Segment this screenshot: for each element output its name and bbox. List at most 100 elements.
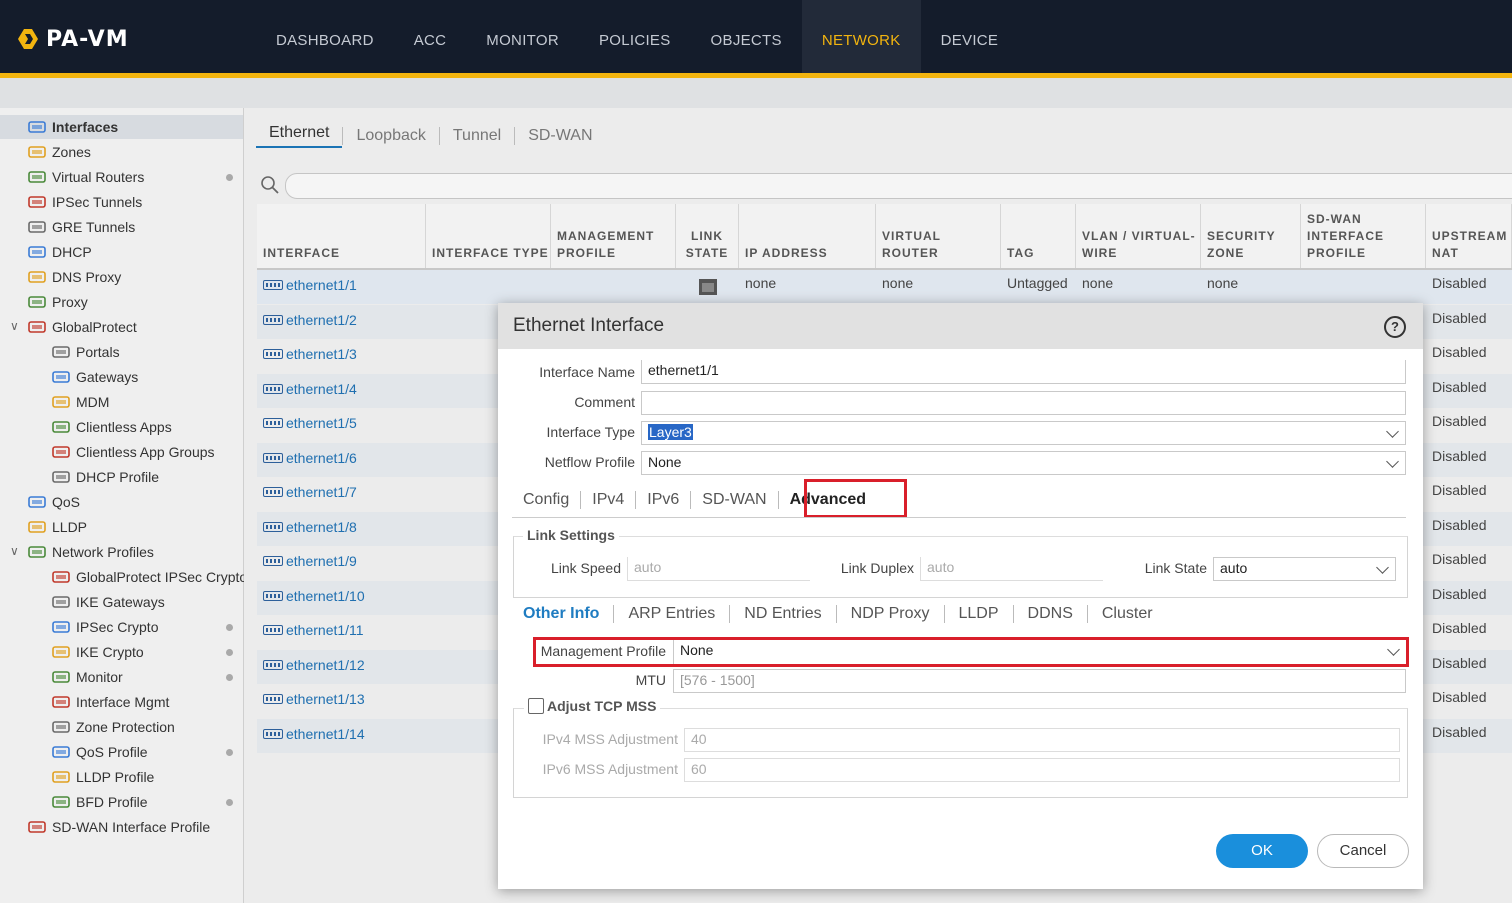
adjust-tcp-mss-checkbox[interactable] [528,698,544,714]
link-speed-field[interactable]: auto [627,557,810,581]
tab-ethernet[interactable]: Ethernet [256,124,343,148]
subtab-arp-entries[interactable]: ARP Entries [614,605,729,623]
nav-objects[interactable]: OBJECTS [691,0,802,73]
status-dot [226,674,233,681]
sidebar-item-ike-gateways[interactable]: IKE Gateways [52,590,165,614]
subtab-ndp-proxy[interactable]: NDP Proxy [837,605,944,623]
tab-tunnel[interactable]: Tunnel [440,127,514,145]
dialog-tab-sd-wan[interactable]: SD-WAN [691,491,777,509]
sidebar-item-virtual-routers[interactable]: Virtual Routers [28,165,144,189]
link-state-select[interactable]: auto [1213,557,1396,581]
sidebar-item-proxy[interactable]: Proxy [28,290,88,314]
interface-link[interactable]: ethernet1/3 [263,346,357,362]
interface-link[interactable]: ethernet1/10 [263,588,365,604]
column-header-tag[interactable]: TAG [1001,204,1076,268]
nav-device[interactable]: DEVICE [921,0,1019,73]
sidebar-item-ipsec-tunnels[interactable]: IPSec Tunnels [28,190,142,214]
dialog-tab-ipv6[interactable]: IPv6 [636,491,690,509]
sidebar-item-zone-protection[interactable]: Zone Protection [52,715,175,739]
nav-monitor[interactable]: MONITOR [466,0,579,73]
dialog-tab-ipv4[interactable]: IPv4 [581,491,635,509]
tab-sd-wan[interactable]: SD-WAN [515,127,605,145]
app-logo[interactable]: PA-VM [16,24,129,54]
mtu-field[interactable]: [576 - 1500] [673,669,1406,693]
interface-link[interactable]: ethernet1/1 [263,277,357,293]
interface-link[interactable]: ethernet1/6 [263,450,357,466]
tab-loopback[interactable]: Loopback [343,127,438,145]
column-header-link-state[interactable]: LINK STATE [676,204,739,268]
sidebar-item-lldp-profile[interactable]: LLDP Profile [52,765,154,789]
sidebar-item-globalprotect[interactable]: GlobalProtect [28,315,137,339]
table-row[interactable]: ethernet1/1 Disabled none none Untagged none n… [257,270,1512,304]
netflow-profile-select[interactable]: None [641,451,1406,475]
nav-dashboard[interactable]: DASHBOARD [256,0,394,73]
link-duplex-field[interactable]: auto [920,557,1103,581]
sidebar-item-sd-wan-interface-profile[interactable]: SD-WAN Interface Profile [28,815,210,839]
column-header-security-zone[interactable]: SECURITY ZONE [1201,204,1301,268]
interface-type-select[interactable]: Layer3 [641,421,1406,445]
column-header-text: UPSTREAM NAT [1432,228,1507,262]
subtab-ddns[interactable]: DDNS [1014,605,1087,623]
sidebar-item-dhcp[interactable]: DHCP [28,240,92,264]
interface-link[interactable]: ethernet1/13 [263,691,365,707]
interface-link[interactable]: ethernet1/14 [263,726,365,742]
ipv6-mss-field[interactable]: 60 [684,758,1400,782]
cancel-button[interactable]: Cancel [1317,834,1409,868]
sidebar-item-portals[interactable]: Portals [52,340,120,364]
sidebar-item-label: Network Profiles [52,544,154,560]
dialog-tab-config[interactable]: Config [512,491,580,509]
interface-link[interactable]: ethernet1/8 [263,519,357,535]
sidebar-item-qos[interactable]: QoS [28,490,80,514]
column-header-management-profile[interactable]: MANAGEMENT PROFILE [551,204,676,268]
sidebar-item-zones[interactable]: Zones [28,140,91,164]
column-header-interface[interactable]: INTERFACE [257,204,426,268]
management-profile-select[interactable]: None [673,640,1406,664]
sidebar-item-lldp[interactable]: LLDP [28,515,87,539]
interface-link[interactable]: ethernet1/12 [263,657,365,673]
sidebar-item-gateways[interactable]: Gateways [52,365,138,389]
sidebar-item-clientless-app-groups[interactable]: Clientless App Groups [52,440,215,464]
chevron-down-icon[interactable]: ∨ [10,319,19,333]
sidebar-item-gre-tunnels[interactable]: GRE Tunnels [28,215,135,239]
ok-button[interactable]: OK [1216,834,1308,868]
interface-link[interactable]: ethernet1/5 [263,415,357,431]
interface-link[interactable]: ethernet1/9 [263,553,357,569]
sidebar-item-mdm[interactable]: MDM [52,390,109,414]
search-icon[interactable] [260,175,280,195]
ipv4-mss-field[interactable]: 40 [684,728,1400,752]
chevron-down-icon[interactable]: ∨ [10,544,19,558]
search-input[interactable] [285,173,1512,199]
subtab-cluster[interactable]: Cluster [1088,605,1167,623]
sidebar-item-bfd-profile[interactable]: BFD Profile [52,790,148,814]
sidebar-item-ipsec-crypto[interactable]: IPSec Crypto [52,615,158,639]
column-header-vlan-virtual-wire[interactable]: VLAN / VIRTUAL- WIRE [1076,204,1201,268]
column-header-virtual-router[interactable]: VIRTUAL ROUTER [876,204,1001,268]
column-header-interface-type[interactable]: INTERFACE TYPE [426,204,551,268]
interface-link[interactable]: ethernet1/4 [263,381,357,397]
sidebar-item-interface-mgmt[interactable]: Interface Mgmt [52,690,169,714]
nav-acc[interactable]: ACC [394,0,467,73]
comment-field[interactable] [641,391,1406,415]
subtab-other-info[interactable]: Other Info [523,605,613,623]
subtab-nd-entries[interactable]: ND Entries [730,605,835,623]
nav-network[interactable]: NETWORK [801,0,921,73]
sidebar-item-monitor[interactable]: Monitor [52,665,123,689]
subtab-lldp[interactable]: LLDP [945,605,1013,623]
interface-link[interactable]: ethernet1/11 [263,622,364,638]
sidebar-item-globalprotect-ipsec-crypto[interactable]: GlobalProtect IPSec Crypto [52,565,247,589]
nav-policies[interactable]: POLICIES [579,0,691,73]
sidebar-item-dns-proxy[interactable]: DNS Proxy [28,265,121,289]
interface-name-field[interactable]: ethernet1/1 [641,360,1406,384]
column-header-sd-wan-interface-profile[interactable]: SD-WAN INTERFACE PROFILE [1301,204,1426,268]
sidebar-item-dhcp-profile[interactable]: DHCP Profile [52,465,159,489]
column-header-ip-address[interactable]: IP ADDRESS [739,204,876,268]
sidebar-item-network-profiles[interactable]: Network Profiles [28,540,154,564]
help-icon[interactable]: ? [1384,316,1406,338]
sidebar-item-interfaces[interactable]: Interfaces [0,115,243,139]
column-header-upstream-nat[interactable]: UPSTREAM NAT [1426,204,1512,268]
interface-link[interactable]: ethernet1/2 [263,312,357,328]
sidebar-item-qos-profile[interactable]: QoS Profile [52,740,148,764]
interface-link[interactable]: ethernet1/7 [263,484,357,500]
sidebar-item-ike-crypto[interactable]: IKE Crypto [52,640,144,664]
sidebar-item-clientless-apps[interactable]: Clientless Apps [52,415,172,439]
